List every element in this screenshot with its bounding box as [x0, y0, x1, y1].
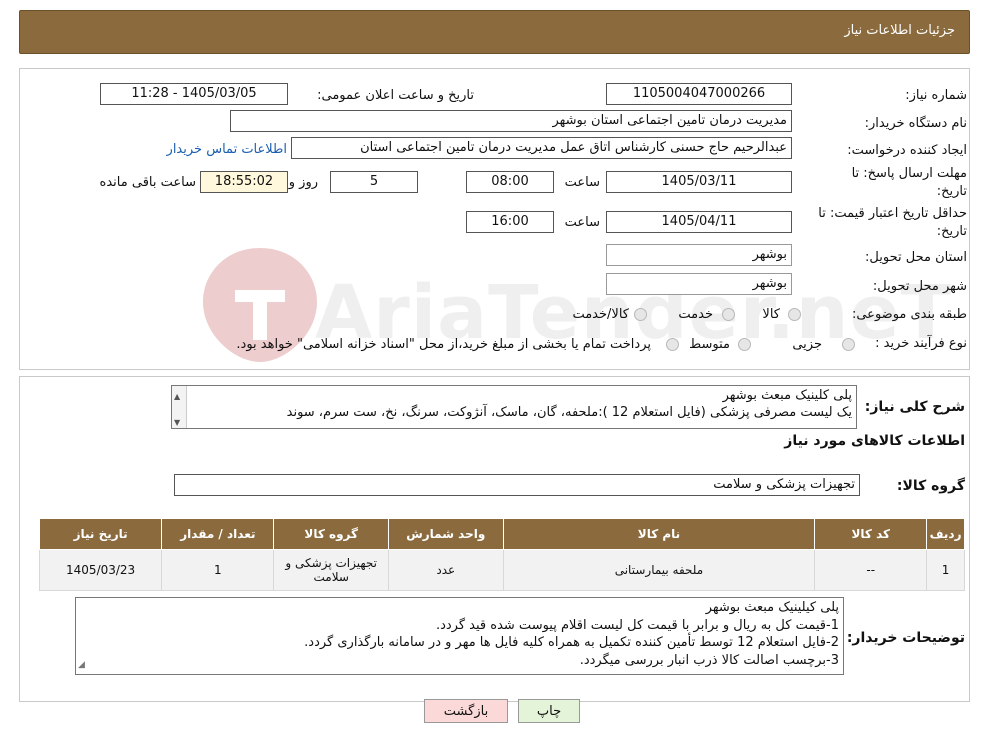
cell-name: ملحفه بیمارستانی: [502, 549, 816, 591]
buyer-notes-textarea[interactable]: پلی کیلینیک مبعث بوشهر 1-قیمت کل به ریال…: [75, 597, 844, 675]
page-header: جزئیات اطلاعات نیاز: [19, 10, 970, 54]
summary-label: شرح کلی نیاز:: [864, 399, 965, 415]
col-unit: واحد شمارش: [387, 518, 504, 550]
scroll-down-icon[interactable]: ▼: [174, 414, 180, 428]
summary-textarea[interactable]: ▲ ▼ پلی کلینیک مبعث بوشهر یک لیست مصرفی …: [171, 385, 857, 429]
resize-handle-icon[interactable]: ◢: [78, 657, 85, 675]
cell-row: 1: [926, 549, 965, 591]
category-option-goods-service: کالا/خدمت: [572, 307, 629, 322]
need-number-label: شماره نیاز:: [905, 88, 967, 103]
price-validity-label-date: تاریخ:: [936, 224, 967, 239]
back-button[interactable]: بازگشت: [424, 699, 508, 723]
scroll-up-icon[interactable]: ▲: [174, 388, 180, 405]
page-title: جزئیات اطلاعات نیاز: [844, 23, 955, 38]
price-validity-label: حداقل تاریخ اعتبار قیمت: تا: [818, 206, 967, 221]
col-qty: تعداد / مقدار: [161, 518, 275, 550]
summary-line-1: پلی کلینیک مبعث بوشهر: [722, 388, 852, 403]
buyer-org-label: نام دستگاه خریدار:: [864, 116, 967, 131]
col-date: تاریخ نیاز: [38, 518, 163, 550]
province-field: بوشهر: [606, 244, 792, 266]
cell-unit: عدد: [387, 549, 504, 591]
price-validity-time-label: ساعت: [564, 215, 600, 230]
category-option-goods: کالا: [762, 307, 780, 322]
days-field: 5: [330, 171, 418, 193]
buyer-notes-label: توضیحات خریدار:: [846, 630, 965, 646]
buyer-notes-line-4: 3-برچسب اصالت کالا ذرب انبار بررسی میگرد…: [579, 652, 839, 668]
col-name: نام کالا: [502, 518, 816, 550]
col-row: ردیف: [926, 518, 965, 550]
buyer-org-field: مدیریت درمان تامین اجتماعی استان بوشهر: [230, 110, 792, 132]
process-label: نوع فرآیند خرید :: [875, 336, 967, 351]
col-group: گروه کالا: [273, 518, 389, 550]
remaining-label: ساعت باقی مانده: [99, 175, 196, 190]
deadline-time-field: 08:00: [466, 171, 554, 193]
cell-qty: 1: [161, 549, 275, 591]
deadline-label: مهلت ارسال پاسخ: تا: [851, 166, 967, 181]
process-option-minor: جزیی: [792, 337, 822, 352]
creator-label: ایجاد کننده درخواست:: [847, 143, 967, 158]
cell-date: 1405/03/23: [38, 549, 163, 591]
process-option-medium: متوسط: [689, 337, 730, 352]
process-radio-medium[interactable]: [738, 338, 751, 351]
cell-code: --: [814, 549, 928, 591]
items-table: ردیف کد کالا نام کالا واحد شمارش گروه کا…: [38, 518, 965, 591]
deadline-date-field: 1405/03/11: [606, 171, 792, 193]
category-label: طبقه بندی موضوعی:: [851, 307, 967, 322]
deadline-label-date: تاریخ:: [936, 184, 967, 199]
price-validity-time-field: 16:00: [466, 211, 554, 233]
announce-field: 1405/03/05 - 11:28: [100, 83, 288, 105]
goods-group-field: تجهیزات پزشکی و سلامت: [174, 474, 860, 496]
goods-group-label: گروه کالا:: [896, 478, 965, 494]
cell-group: تجهیزات پزشکی و سلامت: [273, 549, 389, 591]
creator-field: عبدالرحیم حاج حسنی کارشناس اتاق عمل مدیر…: [291, 137, 792, 159]
buyer-notes-line-1: پلی کیلینیک مبعث بوشهر: [705, 600, 839, 615]
process-radio-treasury[interactable]: [666, 338, 679, 351]
remaining-time-field: 18:55:02: [200, 171, 288, 193]
category-radio-goods-service[interactable]: [634, 308, 647, 321]
city-field: بوشهر: [606, 273, 792, 295]
city-label: شهر محل تحویل:: [872, 279, 967, 294]
table-row: 1 -- ملحفه بیمارستانی عدد تجهیزات پزشکی …: [38, 549, 965, 591]
summary-line-2: یک لیست مصرفی پزشکی (فایل استعلام 12 ):م…: [286, 405, 852, 420]
need-number-field: 1105004047000266: [606, 83, 792, 105]
buyer-notes-line-2: 1-قیمت کل به ریال و برابر با قیمت کل لیس…: [435, 617, 839, 633]
contact-info-link[interactable]: اطلاعات تماس خریدار: [167, 142, 287, 157]
announce-label: تاریخ و ساعت اعلان عمومی:: [317, 88, 474, 103]
process-radio-minor[interactable]: [842, 338, 855, 351]
summary-scrollbar[interactable]: ▲ ▼: [172, 386, 187, 428]
buyer-notes-line-3: 2-فایل استعلام 12 توسط تأمین کننده تکمیل…: [304, 635, 839, 650]
days-label: روز و: [288, 175, 318, 190]
deadline-time-label: ساعت: [564, 175, 600, 190]
province-label: استان محل تحویل:: [865, 250, 967, 265]
col-code: کد کالا: [814, 518, 928, 550]
process-note: پرداخت تمام یا بخشی از مبلغ خرید،از محل …: [236, 337, 651, 352]
price-validity-date-field: 1405/04/11: [606, 211, 792, 233]
category-radio-goods[interactable]: [788, 308, 801, 321]
print-button[interactable]: چاپ: [518, 699, 580, 723]
goods-info-title: اطلاعات کالاهای مورد نیاز: [784, 433, 965, 449]
category-radio-service[interactable]: [722, 308, 735, 321]
table-header-row: ردیف کد کالا نام کالا واحد شمارش گروه کا…: [38, 518, 965, 550]
category-option-service: خدمت: [678, 307, 713, 322]
